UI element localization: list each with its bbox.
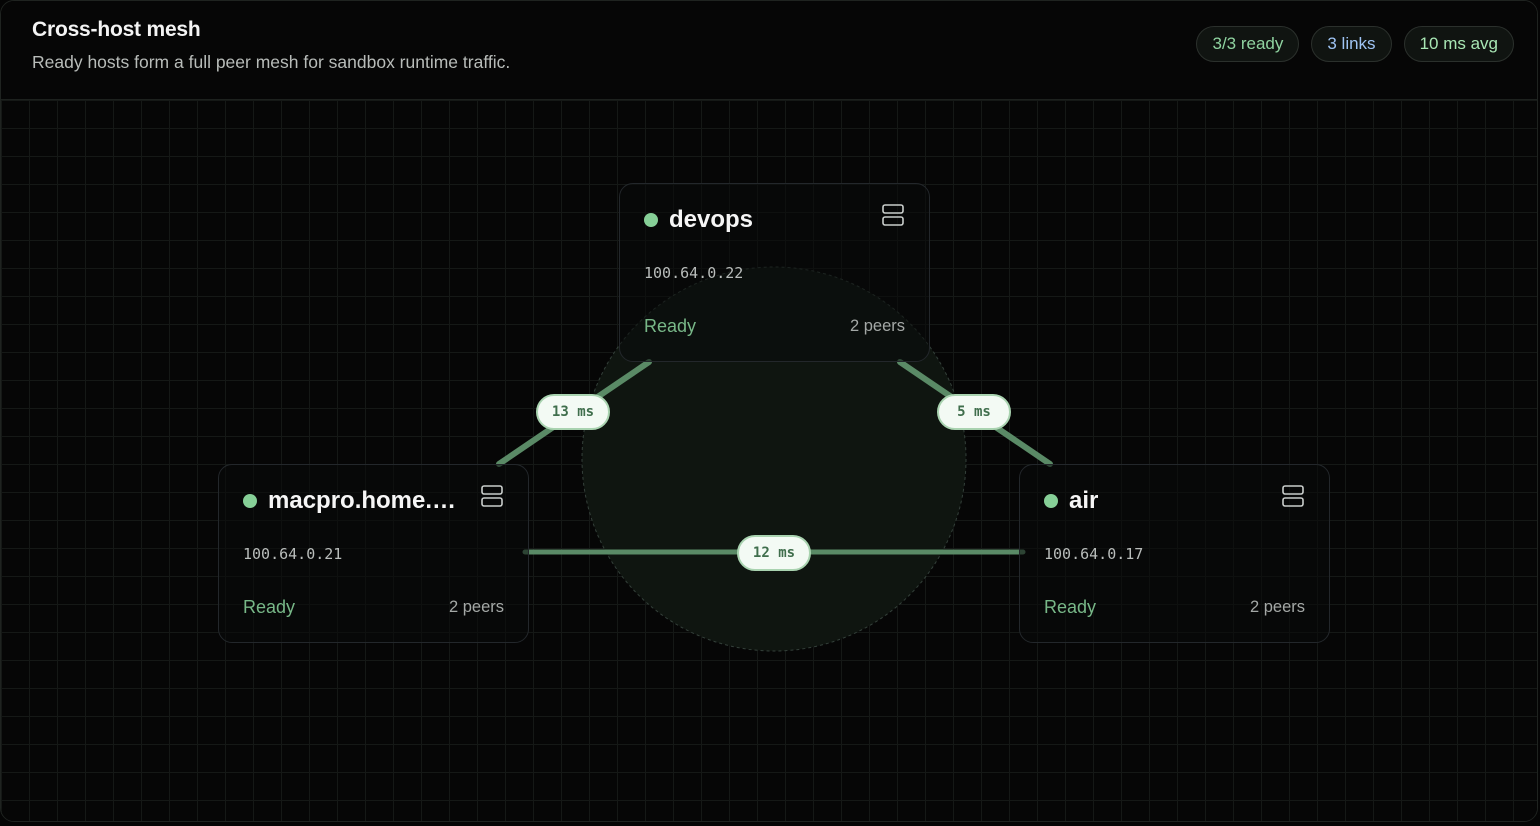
latency-label-macpro-devops: 13 ms	[536, 394, 610, 430]
mesh-links	[496, 266, 1053, 652]
host-name: devops	[669, 206, 754, 233]
host-card-devops[interactable]: devops 100.64.0.22 Ready 2 peers	[619, 183, 930, 362]
latency-label-devops-air: 5 ms	[937, 394, 1011, 430]
status-dot	[243, 494, 257, 508]
host-card-macpro[interactable]: macpro.home.… 100.64.0.21 Ready 2 peers	[218, 464, 529, 643]
host-status: Ready	[243, 597, 296, 617]
host-peer-count: 2 peers	[1249, 598, 1305, 616]
host-status: Ready	[644, 316, 697, 336]
host-status: Ready	[1044, 597, 1097, 617]
host-ip: 100.64.0.21	[243, 545, 343, 563]
mesh-panel: Cross-host mesh Ready hosts form a full …	[0, 0, 1538, 822]
host-peer-count: 2 peers	[448, 598, 504, 616]
status-dot	[644, 213, 658, 227]
server-icon	[481, 485, 503, 507]
host-name: macpro.home.…	[268, 487, 457, 514]
server-icon	[1282, 485, 1304, 507]
host-ip: 100.64.0.22	[644, 264, 744, 282]
server-icon	[882, 204, 904, 226]
latency-label-macpro-air: 12 ms	[737, 535, 811, 571]
host-ip: 100.64.0.17	[1044, 545, 1144, 563]
host-name: air	[1069, 487, 1099, 514]
host-peer-count: 2 peers	[849, 317, 905, 335]
status-dot	[1044, 494, 1058, 508]
host-card-air[interactable]: air 100.64.0.17 Ready 2 peers	[1019, 464, 1330, 643]
